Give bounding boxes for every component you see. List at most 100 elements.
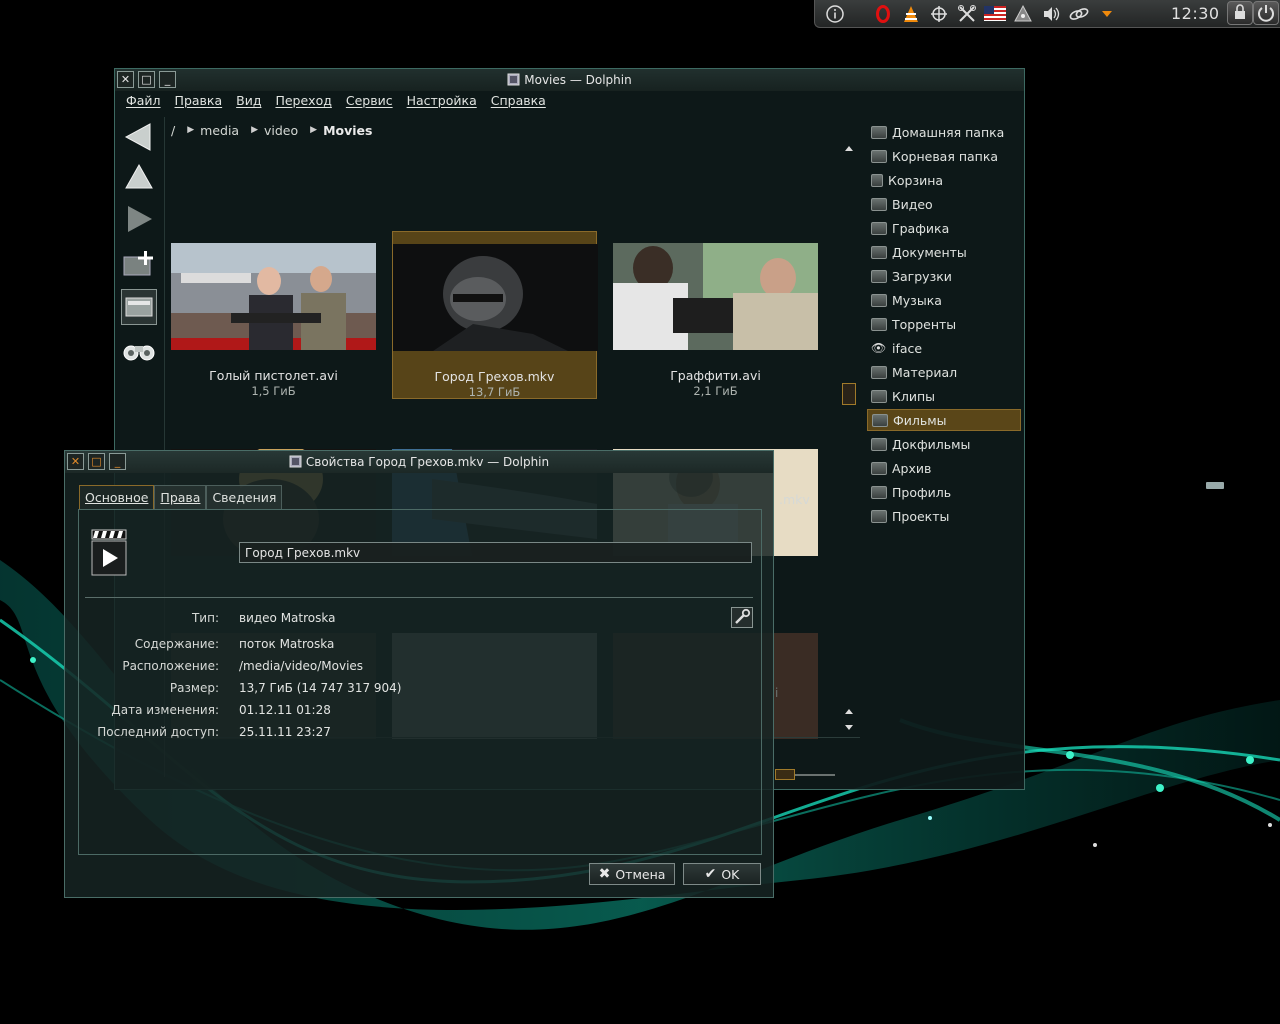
mount-icon[interactable] (1011, 2, 1035, 26)
location-label: Расположение: (122, 659, 219, 673)
location-value: /media/video/Movies (239, 659, 364, 673)
cancel-button[interactable]: ✖ Отмена (589, 863, 675, 885)
up-arrow-icon (125, 163, 153, 189)
breadcrumb-media[interactable]: media (200, 123, 239, 138)
forward-arrow-icon (128, 206, 152, 232)
music-folder-icon (871, 293, 887, 307)
us-flag-icon[interactable] (983, 2, 1007, 26)
documents-folder-icon (871, 245, 887, 259)
place-torrents[interactable]: Торренты (867, 313, 1021, 335)
place-movies[interactable]: Фильмы (867, 409, 1021, 431)
scroll-down-icon (845, 709, 853, 730)
file-name-partial: .mkv (779, 492, 810, 507)
chevron-right-icon: ▶ (310, 125, 318, 135)
icons-view-icon (125, 297, 153, 317)
thumbnail-image (393, 244, 598, 351)
place-downloads[interactable]: Загрузки (867, 265, 1021, 287)
menu-settings[interactable]: Настройка (407, 93, 477, 113)
iface-icon: 👁 (871, 341, 887, 355)
scrollbar[interactable] (841, 141, 857, 739)
dolphin-titlebar[interactable]: ✕ □ _ Movies — Dolphin (115, 69, 1024, 91)
docfilms-folder-icon (871, 437, 887, 451)
file-item[interactable]: Граффити.avi 2,1 ГиБ (613, 231, 818, 399)
place-projects[interactable]: Проекты (867, 505, 1021, 527)
forward-button[interactable] (121, 201, 157, 237)
place-home[interactable]: Домашняя папка (867, 121, 1021, 143)
torrents-folder-icon (871, 317, 887, 331)
trash-icon (871, 173, 883, 187)
divider (85, 597, 753, 598)
breadcrumb: / ▶ media ▶ video ▶ Movies (167, 121, 372, 139)
clips-folder-icon (871, 389, 887, 403)
type-label: Тип: (191, 611, 219, 625)
menubar: Файл Правка Вид Переход Сервис Настройка… (115, 93, 1024, 113)
breadcrumb-video[interactable]: video (264, 123, 298, 138)
breadcrumb-current[interactable]: Movies (323, 123, 372, 138)
file-type-icon[interactable] (91, 529, 129, 577)
place-video[interactable]: Видео (867, 193, 1021, 215)
place-trash[interactable]: Корзина (867, 169, 1021, 191)
new-folder-icon (123, 251, 153, 276)
vlc-icon[interactable] (899, 2, 923, 26)
file-item[interactable]: Голый пистолет.avi 1,5 ГиБ (171, 231, 376, 399)
menu-edit[interactable]: Правка (175, 93, 223, 113)
lock-screen-button[interactable] (1227, 1, 1253, 25)
root-folder-icon (871, 149, 887, 163)
window-title: Movies — Dolphin (115, 73, 1024, 87)
link-icon[interactable] (1067, 2, 1091, 26)
view-mode-button[interactable] (121, 289, 157, 325)
accessed-label: Последний доступ: (97, 725, 219, 739)
place-profile[interactable]: Профиль (867, 481, 1021, 503)
shutdown-button[interactable] (1253, 1, 1279, 25)
info-icon[interactable] (823, 2, 847, 26)
back-button[interactable] (121, 119, 157, 155)
volume-icon[interactable] (1039, 2, 1063, 26)
tools-icon[interactable] (955, 2, 979, 26)
clock[interactable]: 12:30 (1171, 4, 1220, 23)
place-music[interactable]: Музыка (867, 289, 1021, 311)
top-panel: 12:30 (814, 0, 1280, 28)
projects-folder-icon (871, 509, 887, 523)
file-name-partial: i (775, 686, 779, 700)
tab-general[interactable]: Основное (79, 485, 155, 509)
place-archive[interactable]: Архив (867, 457, 1021, 479)
network-share-icon[interactable] (927, 2, 951, 26)
size-value: 13,7 ГиБ (14 747 317 904) (239, 681, 402, 695)
place-root[interactable]: Корневая папка (867, 145, 1021, 167)
place-material[interactable]: Материал (867, 361, 1021, 383)
chevron-right-icon: ▶ (187, 125, 195, 135)
place-graphics[interactable]: Графика (867, 217, 1021, 239)
menu-help[interactable]: Справка (491, 93, 546, 113)
place-clips[interactable]: Клипы (867, 385, 1021, 407)
file-name: Город Грехов.mkv (434, 369, 555, 384)
contents-value: поток Matroska (239, 637, 335, 651)
tab-details[interactable]: Сведения (206, 485, 283, 509)
type-value: видео Matroska (239, 611, 336, 625)
search-button[interactable] (121, 333, 157, 369)
zoom-slider[interactable] (775, 769, 837, 781)
zoom-slider-handle[interactable] (775, 769, 795, 780)
scrollbar-handle[interactable] (842, 383, 856, 405)
ok-button[interactable]: ✔ OK (683, 863, 761, 885)
film-icon (507, 73, 520, 86)
size-label: Размер: (169, 681, 219, 695)
profile-folder-icon (871, 485, 887, 499)
opera-icon[interactable] (871, 2, 895, 26)
menu-go[interactable]: Переход (275, 93, 331, 113)
dialog-titlebar[interactable]: ✕ □ _ Свойства Город Грехов.mkv — Dolphi… (65, 451, 773, 473)
edit-file-type-button[interactable] (731, 607, 753, 628)
arrow-down-icon[interactable] (1095, 2, 1119, 26)
place-documents[interactable]: Документы (867, 241, 1021, 263)
up-button[interactable] (121, 159, 157, 195)
menu-view[interactable]: Вид (236, 93, 261, 113)
breadcrumb-root[interactable]: / (171, 123, 175, 138)
place-iface[interactable]: 👁 iface (867, 337, 1021, 359)
file-name-field[interactable] (239, 542, 752, 563)
file-item-selected[interactable]: Город Грехов.mkv 13,7 ГиБ (392, 231, 598, 399)
place-docfilms[interactable]: Докфильмы (867, 433, 1021, 455)
file-name: Голый пистолет.avi (209, 368, 338, 383)
menu-file[interactable]: Файл (126, 93, 161, 113)
new-folder-button[interactable] (121, 245, 157, 281)
tab-permissions[interactable]: Права (154, 485, 207, 509)
menu-tools[interactable]: Сервис (346, 93, 393, 113)
